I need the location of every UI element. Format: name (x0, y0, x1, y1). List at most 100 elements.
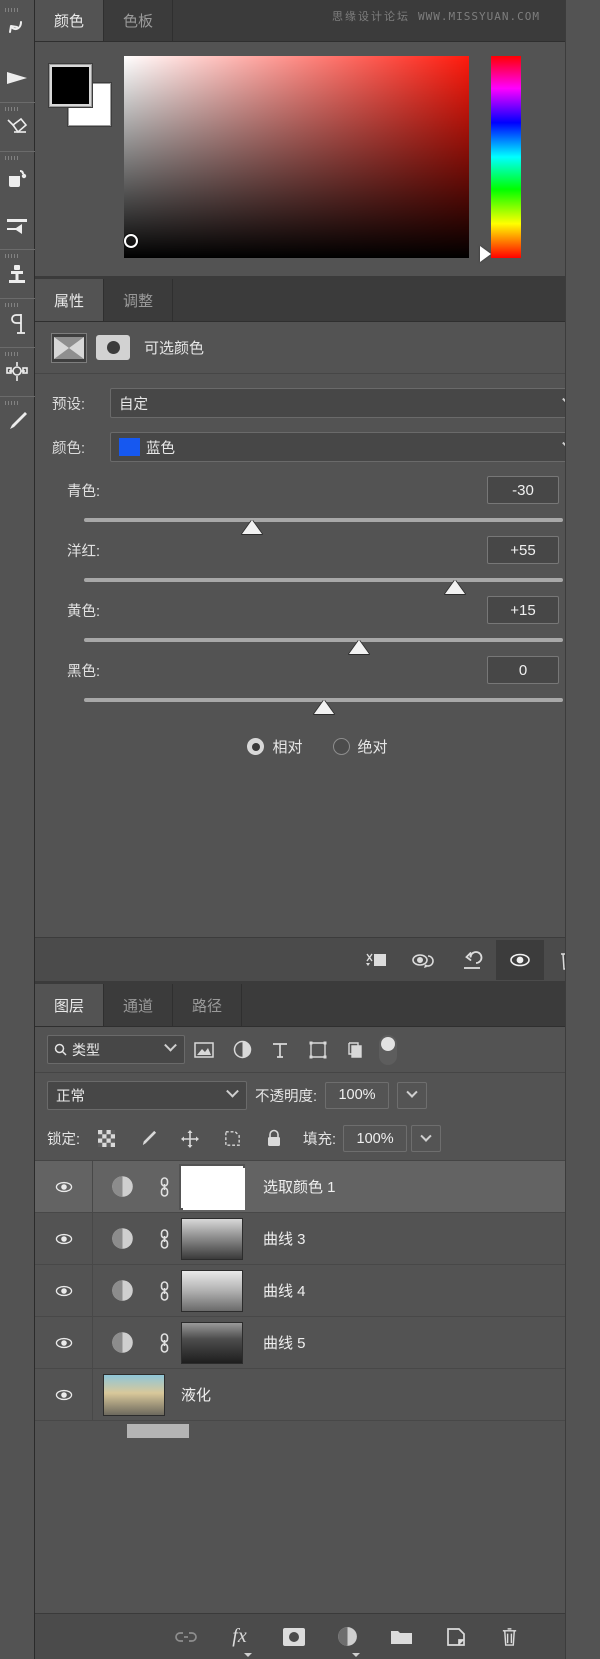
layer-style-fx-icon[interactable]: fx (226, 1623, 254, 1657)
slider-cyan-thumb[interactable] (241, 520, 262, 534)
tab-properties[interactable]: 属性 (35, 279, 105, 321)
lock-position-icon[interactable] (171, 1129, 209, 1149)
lock-image-pixels-icon[interactable] (129, 1129, 167, 1148)
slider-yellow-value[interactable]: +15 (487, 596, 559, 624)
layer-name[interactable]: 曲线 4 (263, 1280, 306, 1301)
layer-name[interactable]: 选取颜色 1 (263, 1176, 336, 1197)
foreground-color-swatch[interactable] (49, 64, 92, 107)
opacity-value[interactable]: 100% (325, 1081, 390, 1109)
color-gradient-field[interactable] (124, 56, 469, 258)
slider-cyan-value[interactable]: -30 (487, 476, 559, 504)
layer-visibility-toggle[interactable] (35, 1161, 93, 1212)
layer-thumbnail-image[interactable] (103, 1373, 165, 1416)
smart-object-filter-icon[interactable] (337, 1041, 375, 1059)
adjustment-layer-thumbnail[interactable] (93, 1331, 151, 1354)
tab-swatches[interactable]: 色板 (104, 0, 174, 41)
slider-black-thumb[interactable] (313, 700, 334, 714)
filter-type-select[interactable]: 类型 (47, 1035, 185, 1064)
type-tool[interactable] (0, 298, 35, 347)
slider-black-track[interactable] (84, 698, 563, 714)
layer-mask-link-icon[interactable] (151, 1176, 177, 1198)
lock-artboard-nesting-icon[interactable] (213, 1129, 251, 1148)
table-row[interactable]: 曲线 4 (35, 1265, 600, 1317)
layer-mask-thumbnail[interactable] (177, 1217, 247, 1260)
blend-mode-select[interactable]: 正常 (47, 1080, 247, 1110)
hue-slider[interactable] (480, 56, 521, 262)
lock-transparent-pixels-icon[interactable] (87, 1130, 125, 1147)
radio-relative[interactable]: 相对 (247, 736, 303, 757)
tab-color[interactable]: 颜色 (35, 0, 105, 41)
layer-name[interactable]: 曲线 5 (263, 1332, 306, 1353)
direct-selection-tool[interactable] (0, 53, 35, 102)
hue-slider-thumb[interactable] (480, 246, 491, 262)
new-group-icon[interactable] (388, 1623, 416, 1651)
table-row[interactable]: 液化 (35, 1369, 600, 1421)
fill-value[interactable]: 100% (343, 1125, 408, 1152)
clone-stamp-tool[interactable] (0, 249, 35, 298)
brush-tool[interactable] (0, 396, 35, 445)
radio-relative-dot[interactable] (247, 738, 265, 755)
reset-icon[interactable] (448, 940, 496, 980)
adjustment-layer-thumbnail[interactable] (93, 1175, 151, 1198)
fill-stepper[interactable] (411, 1125, 442, 1152)
tab-channels[interactable]: 通道 (104, 984, 174, 1026)
slider-yellow-track[interactable] (84, 638, 563, 654)
type-layer-filter-icon[interactable] (261, 1041, 299, 1059)
adjustment-layer-thumbnail[interactable] (93, 1227, 151, 1250)
tab-layers[interactable]: 图层 (35, 984, 105, 1026)
slider-black-value[interactable]: 0 (487, 656, 559, 684)
history-brush-tool[interactable] (0, 4, 35, 53)
paint-bucket-tool[interactable] (0, 151, 35, 200)
color-picker-cursor[interactable] (124, 234, 138, 248)
view-previous-state-icon[interactable] (400, 940, 448, 980)
new-adjustment-layer-icon[interactable] (334, 1623, 362, 1657)
layer-mask-thumbnail-icon[interactable] (51, 332, 87, 363)
radio-absolute[interactable]: 绝对 (332, 736, 388, 757)
slider-magenta-thumb[interactable] (445, 580, 466, 594)
color-select[interactable]: 蓝色 (110, 432, 583, 462)
partial-layer-row[interactable] (35, 1421, 600, 1441)
eraser-tool[interactable] (0, 102, 35, 151)
slider-cyan-track[interactable] (84, 518, 563, 534)
toggle-visibility-icon[interactable] (496, 939, 544, 980)
link-layers-icon[interactable] (172, 1623, 200, 1651)
adjustment-layer-filter-icon[interactable] (223, 1040, 261, 1059)
table-row[interactable]: 曲线 3 (35, 1213, 600, 1265)
layer-visibility-toggle[interactable] (35, 1265, 93, 1316)
layer-mask-link-icon[interactable] (151, 1228, 177, 1250)
layer-name[interactable]: 曲线 3 (263, 1228, 306, 1249)
slider-yellow-thumb[interactable] (349, 640, 370, 654)
add-layer-mask-icon[interactable] (280, 1623, 308, 1651)
gradient-tool[interactable] (0, 200, 35, 249)
foreground-background-swatches[interactable] (49, 64, 111, 126)
pixel-layer-filter-icon[interactable] (185, 1041, 223, 1058)
tab-paths[interactable]: 路径 (173, 984, 243, 1026)
filter-enable-toggle[interactable] (379, 1034, 397, 1065)
layer-mask-link-icon[interactable] (151, 1280, 177, 1302)
layer-mask-thumbnail[interactable] (177, 1269, 247, 1312)
layer-name[interactable]: 液化 (181, 1384, 211, 1405)
radio-absolute-dot[interactable] (332, 738, 350, 755)
layer-mask-link-icon[interactable] (151, 1332, 177, 1354)
tab-adjustments[interactable]: 调整 (104, 279, 174, 321)
delete-layer-icon[interactable] (496, 1623, 524, 1651)
table-row[interactable]: 选取颜色 1 (35, 1161, 600, 1213)
layer-mask-thumbnail[interactable] (177, 1321, 247, 1364)
opacity-stepper[interactable] (397, 1081, 428, 1109)
layer-visibility-toggle[interactable] (35, 1213, 93, 1264)
slider-magenta-value[interactable]: +55 (487, 536, 559, 564)
chevron-down-icon (226, 1084, 239, 1098)
adjustment-circle-icon (111, 1176, 133, 1197)
pen-tool[interactable] (0, 347, 35, 396)
adjustment-layer-thumbnail[interactable] (93, 1279, 151, 1302)
lock-all-icon[interactable] (255, 1129, 293, 1148)
shape-layer-filter-icon[interactable] (299, 1041, 337, 1059)
new-layer-icon[interactable] (442, 1623, 470, 1651)
layer-mask-thumbnail[interactable] (177, 1163, 247, 1210)
slider-magenta-track[interactable] (84, 578, 563, 594)
layer-visibility-toggle[interactable] (35, 1317, 93, 1368)
layer-visibility-toggle[interactable] (35, 1369, 93, 1420)
clip-to-layer-icon[interactable] (352, 940, 400, 980)
preset-select[interactable]: 自定 (110, 388, 583, 418)
table-row[interactable]: 曲线 5 (35, 1317, 600, 1369)
